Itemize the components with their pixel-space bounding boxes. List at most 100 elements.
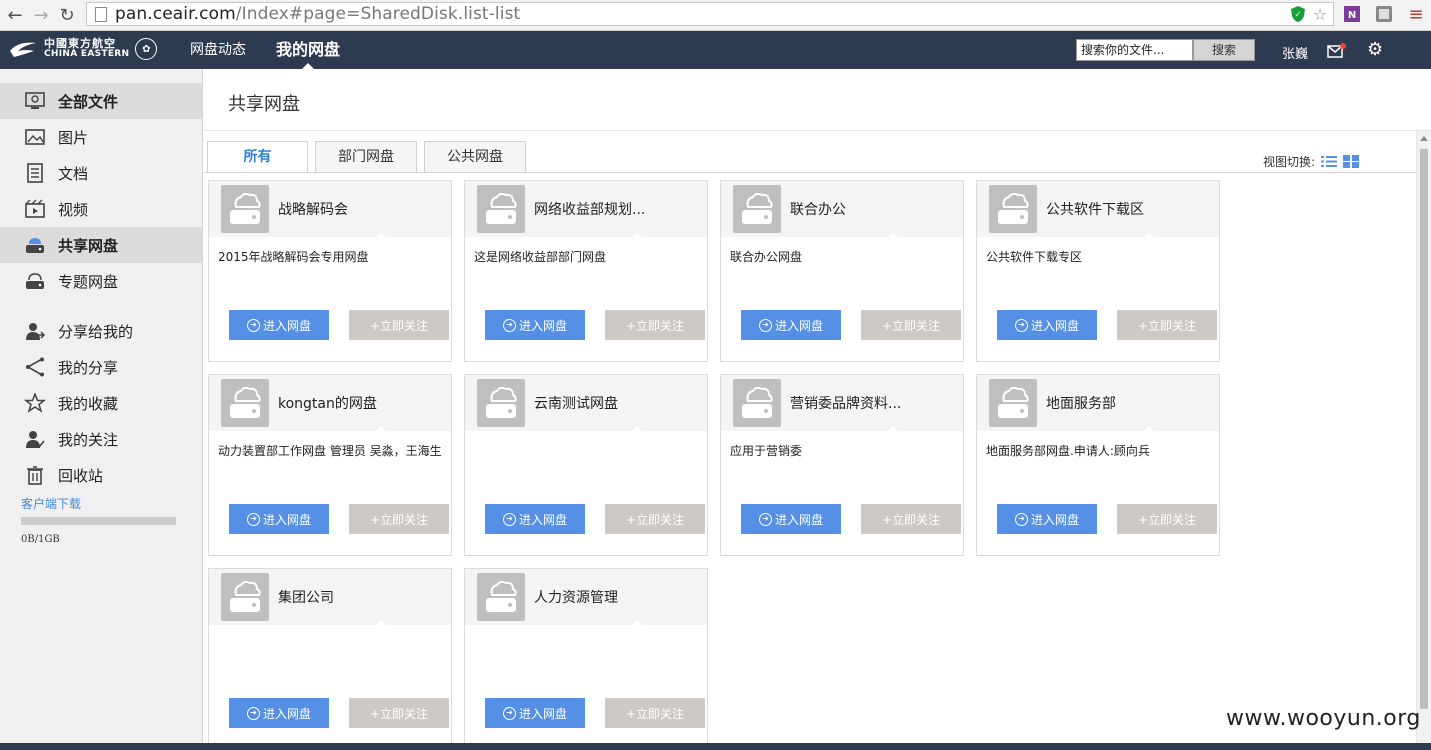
follow-button[interactable]: +立即关注	[349, 504, 449, 534]
sidebar-item-label: 回收站	[58, 466, 104, 485]
sidebar-item-documents[interactable]: 文档	[0, 155, 202, 191]
follow-button[interactable]: +立即关注	[605, 698, 705, 728]
sidebar-item-following[interactable]: 我的关注	[0, 421, 202, 457]
all-files-icon	[24, 90, 46, 112]
enter-arrow-icon: ➜	[1014, 512, 1028, 526]
client-download-link[interactable]: 客户端下载	[21, 495, 81, 512]
scroll-up-icon[interactable]	[1420, 136, 1428, 141]
logo[interactable]: 中國東方航空 CHINA EASTERN ✿	[8, 37, 158, 61]
sidebar-item-videos[interactable]: 视频	[0, 191, 202, 227]
shared-disk-icon	[24, 234, 46, 256]
search-input[interactable]: 搜索你的文件...	[1076, 39, 1193, 61]
enter-arrow-icon: ➜	[1014, 318, 1028, 332]
nav-my-disk[interactable]: 我的网盘	[276, 31, 340, 69]
sidebar-item-topic-disk[interactable]: 专题网盘	[0, 263, 202, 299]
enter-disk-button[interactable]: ➜ 进入网盘	[485, 310, 585, 340]
enter-disk-button[interactable]: ➜ 进入网盘	[229, 310, 329, 340]
follow-button[interactable]: +立即关注	[605, 310, 705, 340]
follow-button[interactable]: +立即关注	[1117, 310, 1217, 340]
main-panel: 共享网盘 所有 部门网盘 公共网盘 视图切换: 战略解码会 2015年战略解码会专…	[204, 69, 1431, 750]
disk-card: 网络收益部规划... 这是网络收益部部门网盘 ➜ 进入网盘 +立即关注	[464, 180, 708, 362]
enter-disk-button[interactable]: ➜ 进入网盘	[229, 698, 329, 728]
enter-disk-label: 进入网盘	[518, 512, 567, 527]
card-title[interactable]: 集团公司	[278, 587, 334, 607]
scroll-thumb[interactable]	[1420, 149, 1428, 709]
browser-toolbar: ← → ↻ pan.ceair.com/Index#page=SharedDis…	[0, 0, 1431, 31]
tab-department-disk[interactable]: 部门网盘	[315, 141, 417, 172]
logo-emblem-icon: ✿	[135, 38, 158, 60]
sidebar-item-label: 视频	[58, 200, 89, 219]
url-text: pan.ceair.com/Index#page=SharedDisk.list…	[115, 4, 521, 24]
quota-text: 0B/1GB	[21, 534, 60, 545]
menu-icon[interactable]: ≡	[1406, 4, 1426, 25]
enter-disk-button[interactable]: ➜ 进入网盘	[485, 504, 585, 534]
card-title[interactable]: 联合办公	[790, 199, 846, 219]
sidebar-item-my-shares[interactable]: 我的分享	[0, 349, 202, 385]
gear-icon[interactable]: ⚙	[1367, 41, 1385, 59]
tab-public-disk[interactable]: 公共网盘	[424, 141, 526, 172]
mail-icon[interactable]	[1327, 43, 1346, 58]
reload-icon[interactable]: ↻	[56, 4, 78, 26]
card-header: 集团公司	[209, 569, 451, 626]
divider	[204, 172, 1416, 173]
sidebar-item-all-files[interactable]: 全部文件	[0, 83, 202, 119]
sidebar-item-shared-disk[interactable]: 共享网盘	[0, 227, 202, 263]
card-title[interactable]: 营销委品牌资料...	[790, 393, 901, 413]
card-title[interactable]: 网络收益部规划...	[534, 199, 645, 219]
nav-disk-activity[interactable]: 网盘动态	[190, 31, 246, 69]
disk-card: 营销委品牌资料... 应用于营销委 ➜ 进入网盘 +立即关注	[720, 374, 964, 556]
card-title[interactable]: 云南测试网盘	[534, 393, 618, 413]
bookmark-star-icon[interactable]: ☆	[1310, 4, 1330, 24]
follow-button[interactable]: +立即关注	[861, 504, 961, 534]
follow-button[interactable]: +立即关注	[349, 310, 449, 340]
enter-disk-button[interactable]: ➜ 进入网盘	[229, 504, 329, 534]
list-view-icon[interactable]	[1321, 155, 1338, 168]
card-title[interactable]: 战略解码会	[278, 199, 348, 219]
enter-disk-label: 进入网盘	[1030, 512, 1079, 527]
enter-arrow-icon: ➜	[758, 318, 772, 332]
enter-disk-button[interactable]: ➜ 进入网盘	[741, 504, 841, 534]
shield-extension-icon[interactable]: ✓	[1288, 4, 1308, 24]
tab-all[interactable]: 所有	[207, 141, 308, 173]
card-description: 这是网络收益部部门网盘	[474, 250, 607, 264]
sidebar-item-images[interactable]: 图片	[0, 119, 202, 155]
grid-view-icon[interactable]	[1343, 155, 1360, 168]
address-bar[interactable]: pan.ceair.com/Index#page=SharedDisk.list…	[86, 2, 1334, 26]
enter-disk-button[interactable]: ➜ 进入网盘	[741, 310, 841, 340]
enter-disk-button[interactable]: ➜ 进入网盘	[997, 310, 1097, 340]
search-button[interactable]: 搜索	[1193, 39, 1255, 61]
enter-disk-button[interactable]: ➜ 进入网盘	[485, 698, 585, 728]
card-title[interactable]: 公共软件下载区	[1046, 199, 1144, 219]
username[interactable]: 张巍	[1282, 43, 1308, 62]
back-icon[interactable]: ←	[4, 4, 26, 26]
card-header: 公共软件下载区	[977, 181, 1219, 238]
sidebar-item-label: 专题网盘	[58, 272, 119, 291]
disk-card: kongtan的网盘 动力装置部工作网盘 管理员 吴淼，王海生 ➜ 进入网盘 +立即关注	[208, 374, 452, 556]
watermark: www.wooyun.org	[1226, 706, 1421, 731]
card-title[interactable]: kongtan的网盘	[278, 393, 377, 413]
document-icon	[24, 162, 46, 184]
star-icon	[24, 392, 46, 414]
follow-button[interactable]: +立即关注	[861, 310, 961, 340]
onenote-extension-icon[interactable]: N	[1342, 4, 1362, 24]
enter-disk-button[interactable]: ➜ 进入网盘	[997, 504, 1097, 534]
quota-bar	[21, 517, 176, 525]
sidebar-item-trash[interactable]: 回收站	[0, 457, 202, 493]
follow-button[interactable]: +立即关注	[1117, 504, 1217, 534]
extension-icon[interactable]	[1374, 4, 1394, 24]
card-title[interactable]: 地面服务部	[1046, 393, 1116, 413]
disk-icon	[733, 185, 781, 233]
follow-button[interactable]: +立即关注	[605, 504, 705, 534]
follow-button[interactable]: +立即关注	[349, 698, 449, 728]
shared-to-me-icon	[24, 320, 46, 342]
logo-en: CHINA EASTERN	[44, 49, 130, 59]
forward-icon[interactable]: →	[30, 4, 52, 26]
tab-bar: 所有 部门网盘 公共网盘	[207, 141, 533, 173]
card-header: 网络收益部规划...	[465, 181, 707, 238]
sidebar-item-shared-to-me[interactable]: 分享给我的	[0, 313, 202, 349]
enter-arrow-icon: ➜	[246, 318, 260, 332]
enter-disk-label: 进入网盘	[262, 706, 311, 721]
scrollbar[interactable]	[1416, 131, 1431, 750]
sidebar-item-favorites[interactable]: 我的收藏	[0, 385, 202, 421]
card-title[interactable]: 人力资源管理	[534, 587, 618, 607]
